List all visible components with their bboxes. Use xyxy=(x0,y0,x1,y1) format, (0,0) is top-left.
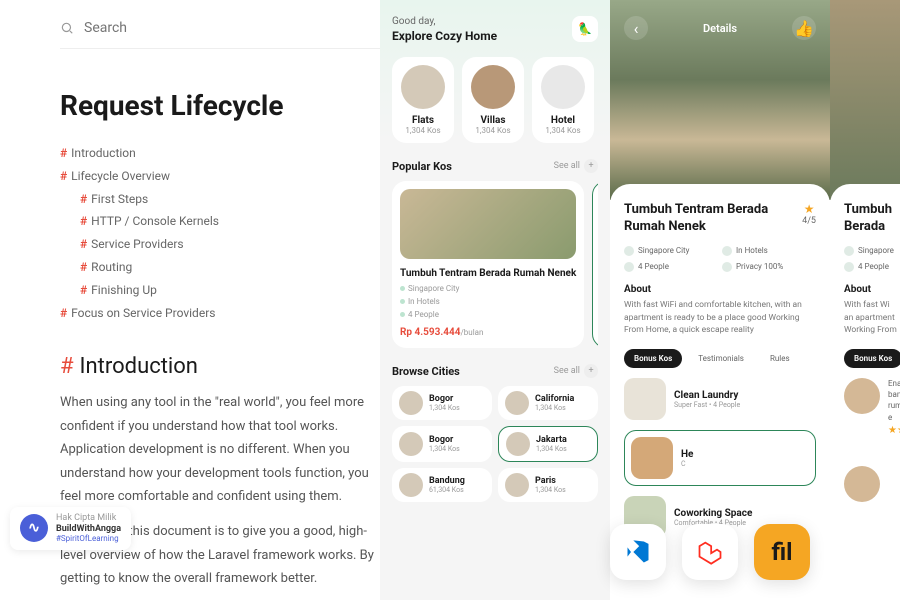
city-card[interactable]: Bandung61,304 Kos xyxy=(392,468,492,502)
star-icon: ★ xyxy=(802,202,816,216)
toc-link[interactable]: #HTTP / Console Kernels xyxy=(60,210,380,233)
bwa-logo-icon: ∿ xyxy=(20,514,48,542)
toc-link[interactable]: #Service Providers xyxy=(60,233,380,256)
kos-image xyxy=(400,189,576,259)
copyright-badge: ∿ Hak Cipta Milik BuildWithAngga #Spirit… xyxy=(10,507,131,550)
toc-link[interactable]: #Routing xyxy=(60,256,380,279)
category-image xyxy=(541,65,585,109)
vscode-icon xyxy=(610,524,666,580)
tab-testimonials[interactable]: Testimonials xyxy=(688,349,754,368)
like-button[interactable]: 👍 xyxy=(792,16,816,40)
about-heading: About xyxy=(624,284,816,295)
info-people: 4 People xyxy=(624,262,718,272)
hero-image xyxy=(830,0,900,200)
amenity-item[interactable]: Clean LaundrySuper Fast • 4 People xyxy=(624,378,816,420)
see-all-link[interactable]: See all+ xyxy=(554,364,598,378)
about-heading: About xyxy=(844,284,900,295)
section-title: Browse Cities xyxy=(392,365,460,378)
greeting-text: Good day, xyxy=(392,16,497,27)
info-hotel: In Hotels xyxy=(722,246,816,256)
plus-icon: + xyxy=(584,159,598,173)
category-image xyxy=(471,65,515,109)
see-all-link[interactable]: See all+ xyxy=(554,159,598,173)
amenity-item[interactable]: HeC xyxy=(624,430,816,486)
amenity-image xyxy=(631,437,673,479)
section-title: Popular Kos xyxy=(392,160,452,173)
app-home-panel: Good day, Explore Cozy Home 🦜 Flats1,304… xyxy=(380,0,610,600)
toc-link[interactable]: #Finishing Up xyxy=(60,279,380,302)
info-location: Singapore City xyxy=(624,246,718,256)
toc-link[interactable]: #Lifecycle Overview xyxy=(60,165,380,188)
table-of-contents: #Introduction #Lifecycle Overview #First… xyxy=(60,142,380,324)
body-paragraph: When using any tool in the "real world",… xyxy=(60,391,380,508)
tech-icons-overlay: fil xyxy=(610,524,810,580)
avatar-image xyxy=(844,466,880,502)
kos-card[interactable]: Tumbuh Tentram Berada Rumah Singapore In… xyxy=(592,181,598,348)
headline-text: Explore Cozy Home xyxy=(392,29,497,43)
category-row: Flats1,304 Kos Villas1,304 Kos Hotel1,30… xyxy=(392,57,598,143)
search-icon xyxy=(60,21,74,35)
city-card[interactable]: California1,304 Kos xyxy=(498,386,598,420)
building-icon xyxy=(722,246,732,256)
testimonial-item: Enak banget rumah e ★★★ xyxy=(844,378,900,436)
property-title: Tumbuh Berada xyxy=(844,202,900,236)
filament-icon: fil xyxy=(754,524,810,580)
search-input[interactable] xyxy=(84,20,380,36)
amenity-image xyxy=(624,378,666,420)
city-card[interactable]: Paris1,304 Kos xyxy=(498,468,598,502)
city-card[interactable]: Bogor1,304 Kos xyxy=(392,386,492,420)
city-card[interactable]: Bogor1,304 Kos xyxy=(392,426,492,462)
shield-icon xyxy=(722,262,732,272)
hero-image: ‹ Details 👍 xyxy=(610,0,830,200)
back-button[interactable]: ‹ xyxy=(624,16,648,40)
avatar-image xyxy=(844,378,880,414)
info-people: 4 People xyxy=(844,262,900,272)
profile-avatar[interactable]: 🦜 xyxy=(572,16,598,42)
tab-bonus[interactable]: Bonus Kos xyxy=(844,349,900,368)
tab-bonus[interactable]: Bonus Kos xyxy=(624,349,682,368)
about-text: With fast Wi an apartment Working From xyxy=(844,299,900,337)
detail-panel-secondary: Tumbuh Berada Singapore 4 People About W… xyxy=(830,0,900,600)
category-card[interactable]: Villas1,304 Kos xyxy=(462,57,524,143)
category-card[interactable]: Hotel1,304 Kos xyxy=(532,57,594,143)
tab-contact[interactable]: Conta xyxy=(806,349,816,368)
toc-link[interactable]: #Focus on Service Providers xyxy=(60,302,380,325)
testimonial-item xyxy=(844,466,900,502)
page-title: Request Lifecycle xyxy=(60,89,380,122)
topbar-title: Details xyxy=(703,22,737,35)
toc-link[interactable]: #First Steps xyxy=(60,188,380,211)
plus-icon: + xyxy=(584,364,598,378)
kos-card[interactable]: Tumbuh Tentram Berada Rumah Nenek Singap… xyxy=(392,181,584,348)
star-rating: ★★★ xyxy=(888,425,900,436)
laravel-icon xyxy=(682,524,738,580)
city-card[interactable]: Jakarta1,304 Kos xyxy=(498,426,598,462)
pin-icon xyxy=(624,246,634,256)
tab-rules[interactable]: Rules xyxy=(760,349,800,368)
rating-badge: ★4/5 xyxy=(802,202,816,226)
info-location: Singapore xyxy=(844,246,900,256)
category-card[interactable]: Flats1,304 Kos xyxy=(392,57,454,143)
property-title: Tumbuh Tentram Berada Rumah Nenek xyxy=(624,202,802,236)
category-image xyxy=(401,65,445,109)
toc-link[interactable]: #Introduction xyxy=(60,142,380,165)
section-heading: #Introduction xyxy=(60,354,380,379)
people-icon xyxy=(624,262,634,272)
search-bar[interactable] xyxy=(60,20,380,49)
detail-panel: ‹ Details 👍 Tumbuh Tentram Berada Rumah … xyxy=(610,0,830,600)
info-privacy: Privacy 100% xyxy=(722,262,816,272)
about-text: With fast WiFi and comfortable kitchen, … xyxy=(624,299,816,337)
